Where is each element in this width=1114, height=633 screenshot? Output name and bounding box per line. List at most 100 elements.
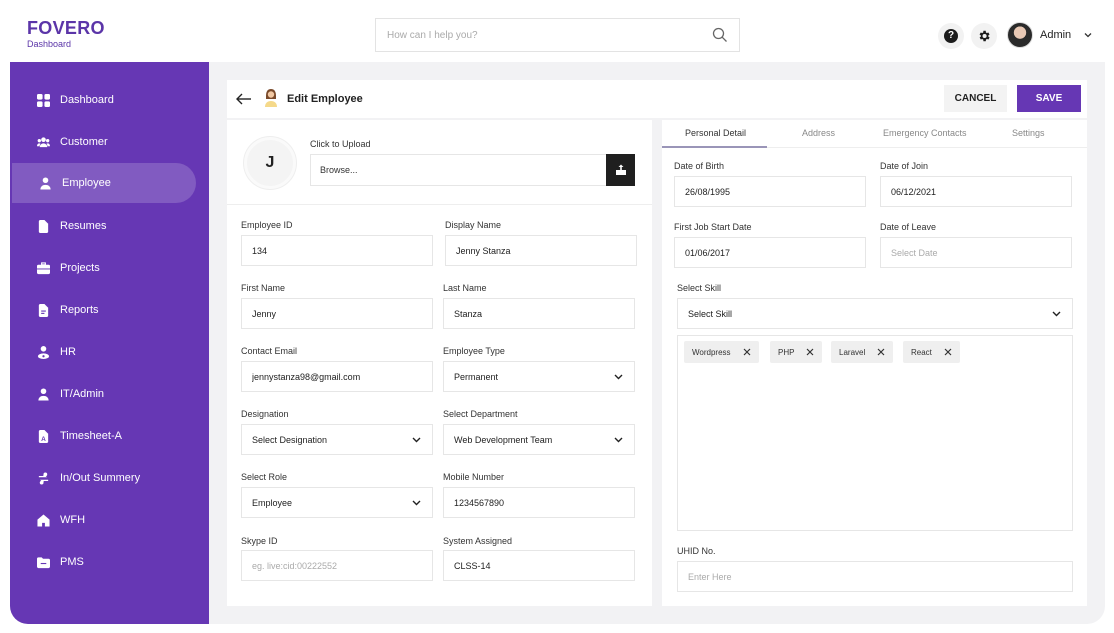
report-icon bbox=[37, 303, 50, 317]
department-label: Select Department bbox=[443, 409, 518, 419]
employee-id-input[interactable]: 134 bbox=[241, 235, 433, 266]
divider bbox=[227, 204, 652, 205]
user-name: Admin bbox=[1040, 29, 1072, 41]
uhid-label: UHID No. bbox=[677, 546, 716, 556]
sidebar-item-in-out-summary[interactable]: In/Out Summery bbox=[10, 458, 194, 498]
hr-icon bbox=[37, 345, 50, 359]
uhid-placeholder: Enter Here bbox=[688, 571, 732, 582]
sidebar-item-hr[interactable]: HR bbox=[10, 332, 194, 372]
swap-icon bbox=[37, 471, 50, 485]
active-tab-indicator bbox=[662, 146, 767, 148]
dob-input[interactable]: 26/08/1995 bbox=[674, 176, 866, 207]
help-icon: ? bbox=[944, 29, 958, 43]
sidebar-item-wfh[interactable]: WFH bbox=[10, 500, 194, 540]
designation-select[interactable]: Select Designation bbox=[241, 424, 433, 455]
skill-chip-label: Laravel bbox=[839, 347, 866, 357]
doj-value: 06/12/2021 bbox=[891, 186, 937, 197]
sidebar-item-label: Resumes bbox=[60, 220, 107, 232]
sidebar-item-label: Dashboard bbox=[60, 94, 114, 106]
sidebar-item-label: Customer bbox=[60, 136, 108, 148]
sidebar-item-label: Projects bbox=[60, 262, 100, 274]
sidebar-item-customer[interactable]: Customer bbox=[10, 122, 194, 162]
contact-email-input[interactable]: jennystanza98@gmail.com bbox=[241, 361, 433, 392]
skype-placeholder: eg. live:cid:00222552 bbox=[252, 560, 338, 571]
uhid-input[interactable]: Enter Here bbox=[677, 561, 1073, 592]
tab-settings[interactable]: Settings bbox=[1012, 128, 1045, 138]
briefcase-icon bbox=[37, 261, 50, 275]
gear-icon bbox=[979, 30, 990, 42]
first-name-input[interactable]: Jenny bbox=[241, 298, 433, 329]
designation-label: Designation bbox=[241, 409, 289, 419]
upload-button[interactable] bbox=[606, 154, 635, 186]
save-button[interactable]: SAVE bbox=[1017, 85, 1081, 112]
settings-button[interactable] bbox=[971, 23, 997, 49]
department-select[interactable]: Web Development Team bbox=[443, 424, 635, 455]
dol-label: Date of Leave bbox=[880, 222, 937, 232]
sidebar-item-dashboard[interactable]: Dashboard bbox=[10, 80, 194, 120]
profile-photo[interactable]: J bbox=[244, 137, 296, 189]
tab-emergency-contacts[interactable]: Emergency Contacts bbox=[883, 128, 967, 138]
cancel-button[interactable]: CANCEL bbox=[944, 85, 1007, 112]
sidebar-item-reports[interactable]: Reports bbox=[10, 290, 194, 330]
skill-select-value: Select Skill bbox=[688, 308, 733, 319]
dob-label: Date of Birth bbox=[674, 161, 725, 171]
sidebar-item-it-admin[interactable]: IT/Admin bbox=[10, 374, 194, 414]
doj-input[interactable]: 06/12/2021 bbox=[880, 176, 1072, 207]
help-button[interactable]: ? bbox=[938, 23, 964, 49]
contact-email-value: jennystanza98@gmail.com bbox=[252, 371, 361, 382]
system-assigned-input[interactable]: CLSS-14 bbox=[443, 550, 635, 581]
sidebar-item-resumes[interactable]: Resumes bbox=[10, 206, 194, 246]
employee-type-select[interactable]: Permanent bbox=[443, 361, 635, 392]
close-icon[interactable] bbox=[877, 348, 885, 356]
skill-chip: Laravel bbox=[831, 341, 894, 363]
sidebar-item-pms[interactable]: PMS bbox=[10, 542, 194, 582]
first-job-label: First Job Start Date bbox=[674, 222, 752, 232]
file-upload-field[interactable]: Browse... bbox=[310, 154, 635, 186]
skype-input[interactable]: eg. live:cid:00222552 bbox=[241, 550, 433, 581]
close-icon[interactable] bbox=[743, 348, 751, 356]
first-job-input[interactable]: 01/06/2017 bbox=[674, 237, 866, 268]
user-menu[interactable]: Admin bbox=[1007, 22, 1093, 48]
display-name-value: Jenny Stanza bbox=[456, 245, 511, 256]
search-icon[interactable] bbox=[712, 27, 728, 43]
avatar bbox=[1007, 22, 1033, 48]
sidebar-item-projects[interactable]: Projects bbox=[10, 248, 194, 288]
chevron-down-icon bbox=[1084, 33, 1092, 38]
last-name-value: Stanza bbox=[454, 308, 483, 319]
top-header: FOVERO Dashboard ? Admin bbox=[0, 0, 1114, 62]
users-icon bbox=[37, 136, 50, 149]
search-input[interactable] bbox=[387, 29, 712, 41]
sidebar-item-label: In/Out Summery bbox=[60, 472, 141, 484]
chevron-down-icon bbox=[412, 437, 421, 443]
last-name-input[interactable]: Stanza bbox=[443, 298, 635, 329]
search-bar bbox=[375, 18, 740, 52]
browse-text: Browse... bbox=[320, 165, 358, 175]
brand-logo[interactable]: FOVERO Dashboard bbox=[27, 19, 105, 49]
tab-address[interactable]: Address bbox=[802, 128, 835, 138]
employee-type-value: Permanent bbox=[454, 371, 499, 382]
sidebar-item-timesheet[interactable]: A Timesheet-A bbox=[10, 416, 194, 456]
close-icon[interactable] bbox=[944, 348, 952, 356]
dob-value: 26/08/1995 bbox=[685, 186, 731, 197]
edit-employee-header: Edit Employee CANCEL SAVE bbox=[227, 80, 1087, 118]
tab-personal-detail[interactable]: Personal Detail bbox=[685, 128, 746, 138]
mobile-label: Mobile Number bbox=[443, 472, 505, 482]
dol-placeholder: Select Date bbox=[891, 247, 938, 258]
role-select[interactable]: Employee bbox=[241, 487, 433, 518]
display-name-input[interactable]: Jenny Stanza bbox=[445, 235, 637, 266]
back-arrow-icon[interactable] bbox=[236, 92, 252, 106]
close-icon[interactable] bbox=[806, 348, 814, 356]
home-icon bbox=[37, 513, 50, 527]
employee-id-value: 134 bbox=[252, 245, 268, 256]
skill-chip-label: Wordpress bbox=[692, 347, 731, 357]
mobile-input[interactable]: 1234567890 bbox=[443, 487, 635, 518]
skill-select[interactable]: Select Skill bbox=[677, 298, 1073, 329]
dol-input[interactable]: Select Date bbox=[880, 237, 1072, 268]
first-job-value: 01/06/2017 bbox=[685, 247, 731, 258]
skill-chip-label: React bbox=[911, 347, 932, 357]
sidebar-item-employee[interactable]: Employee bbox=[12, 163, 196, 203]
document-icon bbox=[37, 219, 50, 233]
sidebar: Dashboard Customer Employee Resumes Proj… bbox=[10, 62, 209, 624]
first-name-label: First Name bbox=[241, 283, 286, 293]
contact-email-label: Contact Email bbox=[241, 346, 298, 356]
